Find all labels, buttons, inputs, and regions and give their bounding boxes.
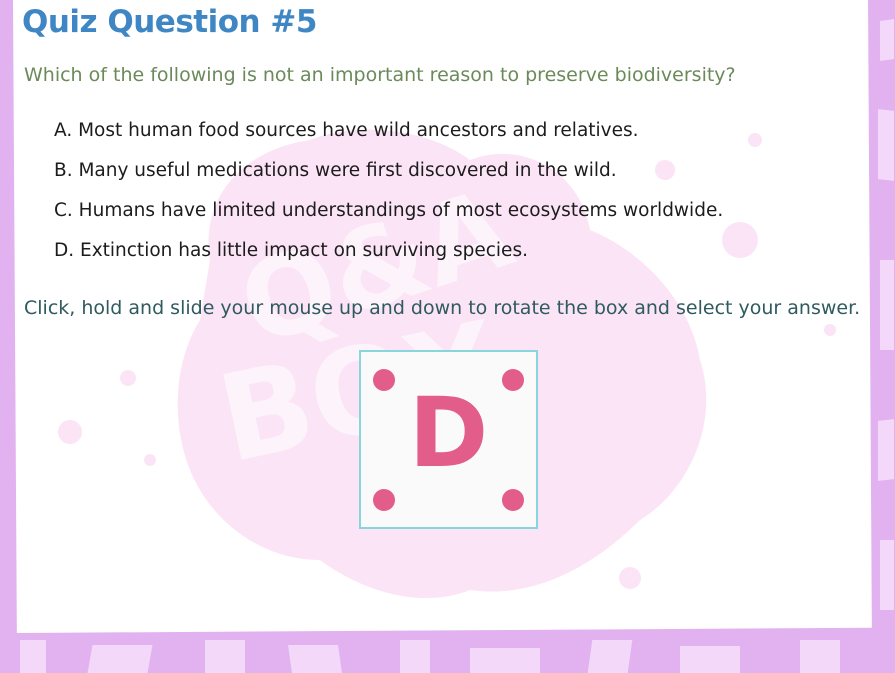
option-a: A. Most human food sources have wild anc… xyxy=(54,120,639,141)
option-c: C. Humans have limited understandings of… xyxy=(54,200,724,221)
option-b: B. Many useful medications were first di… xyxy=(54,160,617,181)
question-text: Which of the following is not an importa… xyxy=(24,64,736,86)
quiz-title: Quiz Question #5 xyxy=(22,4,317,40)
dot-icon xyxy=(502,489,524,511)
option-d: D. Extinction has little impact on survi… xyxy=(54,240,528,261)
answer-box-letter: D xyxy=(408,377,489,489)
qa-box-watermark-logo: Q&A BOX xyxy=(58,129,836,599)
dot-icon xyxy=(373,489,395,511)
answer-options-list: A. Most human food sources have wild anc… xyxy=(54,117,723,277)
rotating-answer-box[interactable]: D xyxy=(359,350,538,529)
instruction-text: Click, hold and slide your mouse up and … xyxy=(24,297,861,319)
